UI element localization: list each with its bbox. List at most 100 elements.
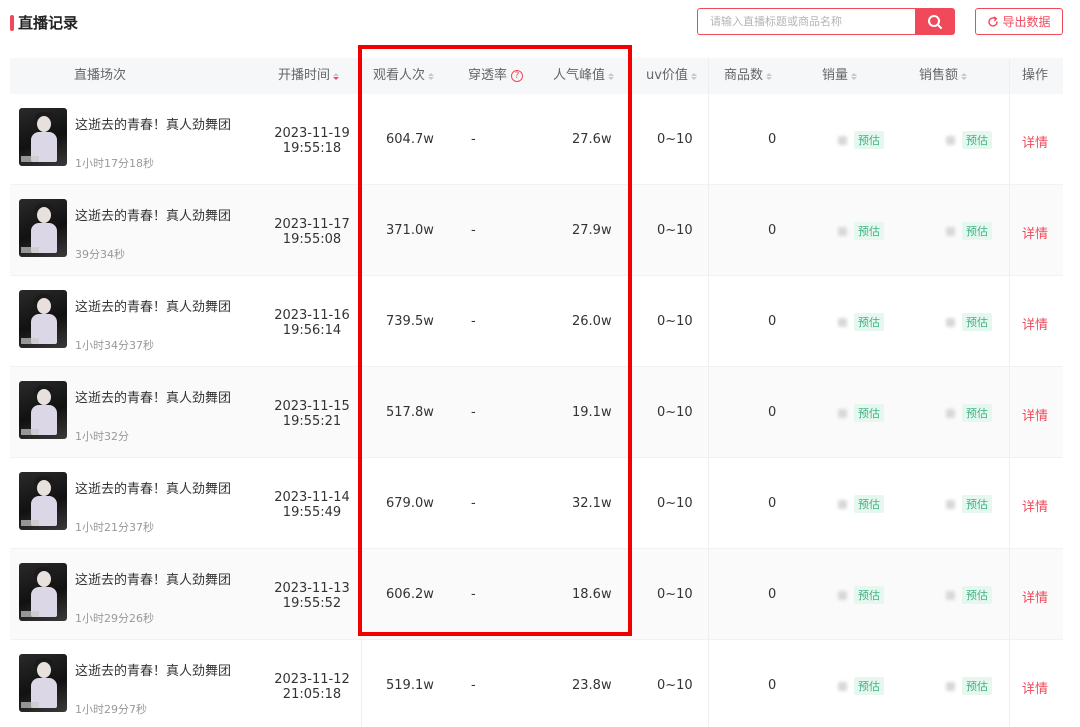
live-thumbnail[interactable] <box>19 472 67 530</box>
detail-link[interactable]: 详情 <box>1022 132 1048 151</box>
start-date: 2023-11-13 <box>274 581 350 596</box>
live-title[interactable]: 这逝去的青春！真人劲舞团 <box>75 114 231 133</box>
blurred-value <box>946 408 955 418</box>
sort-icon <box>690 72 697 80</box>
products-value: 0 <box>768 223 777 238</box>
start-clock: 21:05:18 <box>282 687 342 702</box>
estimate-badge: 预估 <box>962 677 992 695</box>
start-clock: 19:56:14 <box>282 323 342 338</box>
live-records-page: 直播记录 导出数据 直播场次 开播时间 <box>0 0 1080 727</box>
estimate-badge: 预估 <box>854 586 884 604</box>
table-row: 这逝去的青春！真人劲舞团 1小时17分18秒 2023-11-19 19:55:… <box>10 94 1063 185</box>
col-start-time[interactable]: 开播时间 <box>278 58 340 94</box>
views-value: 739.5w <box>386 314 434 329</box>
col-revenue-label: 销售额 <box>919 68 959 83</box>
search-input[interactable] <box>697 8 915 35</box>
blurred-value <box>946 317 955 327</box>
live-title[interactable]: 这逝去的青春！真人劲舞团 <box>75 569 231 588</box>
table-row: 这逝去的青春！真人劲舞团 39分34秒 2023-11-17 19:55:08 … <box>10 185 1063 276</box>
live-title[interactable]: 这逝去的青春！真人劲舞团 <box>75 296 231 315</box>
peak-value: 26.0w <box>572 314 612 329</box>
start-clock: 19:55:49 <box>282 505 342 520</box>
live-duration: 1小时21分37秒 <box>75 521 154 534</box>
detail-link[interactable]: 详情 <box>1022 405 1048 424</box>
sales-value: 预估 <box>838 131 884 149</box>
help-circle-icon[interactable]: ? <box>511 70 524 82</box>
start-clock: 19:55:18 <box>282 141 342 156</box>
column-divider <box>361 58 362 727</box>
col-sales-label: 销量 <box>822 68 849 83</box>
live-title[interactable]: 这逝去的青春！真人劲舞团 <box>75 660 231 679</box>
search-button[interactable] <box>915 8 955 35</box>
estimate-badge: 预估 <box>854 222 884 240</box>
column-divider <box>708 58 709 727</box>
live-thumbnail[interactable] <box>19 654 67 712</box>
live-title[interactable]: 这逝去的青春！真人劲舞团 <box>75 387 231 406</box>
col-views[interactable]: 观看人次 <box>373 58 435 94</box>
detail-link[interactable]: 详情 <box>1022 587 1048 606</box>
sort-icon <box>608 72 615 80</box>
uv-value: 0~10 <box>657 314 693 329</box>
start-time: 2023-11-17 19:55:08 <box>258 217 366 247</box>
revenue-value: 预估 <box>946 495 992 513</box>
col-start-time-label: 开播时间 <box>278 68 331 83</box>
products-value: 0 <box>768 132 777 147</box>
title-accent-bar <box>10 14 14 31</box>
sales-value: 预估 <box>838 313 884 331</box>
blurred-value <box>838 135 847 145</box>
detail-link[interactable]: 详情 <box>1022 314 1048 333</box>
live-title[interactable]: 这逝去的青春！真人劲舞团 <box>75 478 231 497</box>
title-wrap: 直播记录 <box>10 12 78 33</box>
start-clock: 19:55:08 <box>282 232 342 247</box>
blurred-value <box>838 499 847 509</box>
export-label: 导出数据 <box>1002 15 1051 29</box>
col-session: 直播场次 <box>74 58 126 94</box>
start-time: 2023-11-16 19:56:14 <box>258 308 366 338</box>
refresh-icon <box>988 16 999 27</box>
col-products[interactable]: 商品数 <box>724 58 773 94</box>
estimate-badge: 预估 <box>854 404 884 422</box>
estimate-badge: 预估 <box>962 495 992 513</box>
col-penetration-label: 穿透率 <box>468 68 508 83</box>
uv-value: 0~10 <box>657 405 693 420</box>
revenue-value: 预估 <box>946 313 992 331</box>
col-penetration: 穿透率 ? <box>468 58 524 94</box>
penetration-value: - <box>471 587 476 602</box>
blurred-value <box>946 226 955 236</box>
live-thumbnail[interactable] <box>19 108 67 166</box>
blurred-value <box>946 681 955 691</box>
views-value: 679.0w <box>386 496 434 511</box>
detail-link[interactable]: 详情 <box>1022 223 1048 242</box>
sales-value: 预估 <box>838 495 884 513</box>
export-data-button[interactable]: 导出数据 <box>975 8 1063 35</box>
table-row: 这逝去的青春！真人劲舞团 1小时34分37秒 2023-11-16 19:56:… <box>10 276 1063 367</box>
blurred-value <box>838 317 847 327</box>
peak-value: 23.8w <box>572 678 612 693</box>
detail-link[interactable]: 详情 <box>1022 678 1048 697</box>
detail-link[interactable]: 详情 <box>1022 496 1048 515</box>
peak-value: 32.1w <box>572 496 612 511</box>
start-time: 2023-11-15 19:55:21 <box>258 399 366 429</box>
col-peak[interactable]: 人气峰值 <box>553 58 615 94</box>
revenue-value: 预估 <box>946 586 992 604</box>
revenue-value: 预估 <box>946 677 992 695</box>
live-thumbnail[interactable] <box>19 381 67 439</box>
col-uv[interactable]: uv价值 <box>646 58 697 94</box>
column-divider <box>1009 58 1010 727</box>
live-thumbnail[interactable] <box>19 290 67 348</box>
views-value: 519.1w <box>386 678 434 693</box>
live-thumbnail[interactable] <box>19 563 67 621</box>
sort-icon <box>428 72 435 80</box>
col-sales[interactable]: 销量 <box>822 58 858 94</box>
products-value: 0 <box>768 405 777 420</box>
blurred-value <box>946 499 955 509</box>
start-time: 2023-11-19 19:55:18 <box>258 126 366 156</box>
blurred-value <box>838 590 847 600</box>
live-duration: 1小时29分26秒 <box>75 612 154 625</box>
live-thumbnail[interactable] <box>19 199 67 257</box>
estimate-badge: 预估 <box>854 313 884 331</box>
estimate-badge: 预估 <box>962 313 992 331</box>
col-revenue[interactable]: 销售额 <box>919 58 968 94</box>
blurred-value <box>838 226 847 236</box>
live-title[interactable]: 这逝去的青春！真人劲舞团 <box>75 205 231 224</box>
